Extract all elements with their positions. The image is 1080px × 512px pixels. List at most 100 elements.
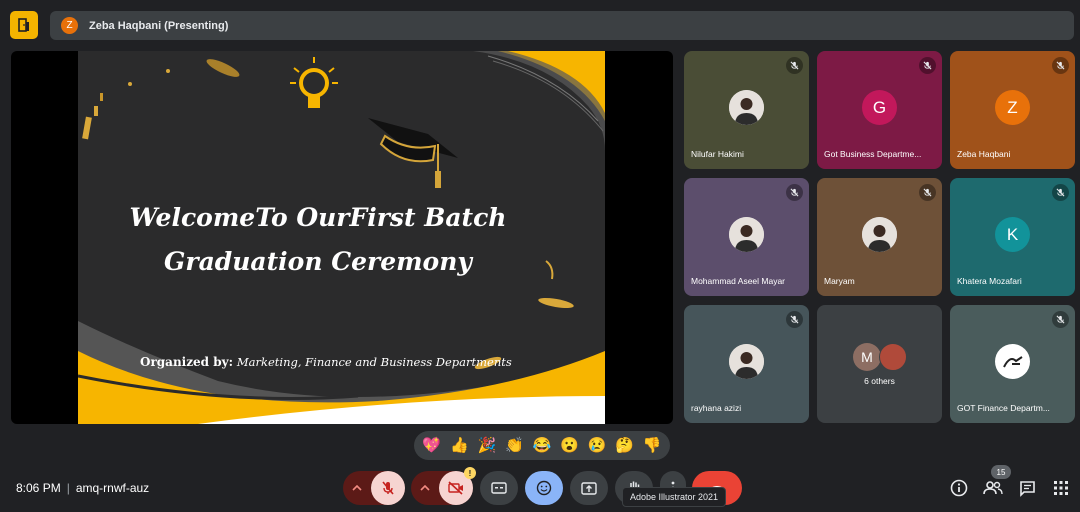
participant-name: rayhana azizi — [691, 403, 742, 413]
participant-name: Maryam — [824, 276, 855, 286]
participant-tile[interactable]: Maryam — [817, 178, 942, 296]
meeting-info: 8:06 PM | amq-rnwf-auz — [16, 481, 149, 495]
mic-toggle-button[interactable] — [371, 471, 405, 505]
camera-off-icon — [448, 481, 463, 495]
meeting-info-separator: | — [66, 481, 70, 495]
reaction-thumbs-up[interactable]: 👍 — [447, 434, 471, 458]
chat-icon — [1019, 480, 1035, 497]
participant-tile[interactable]: Z Zeba Haqbani — [950, 51, 1075, 169]
mic-off-icon — [1056, 315, 1065, 324]
slide-title-line2: Graduation Ceremony — [164, 247, 472, 276]
participant-tile[interactable]: K Khatera Mozafari — [950, 178, 1075, 296]
participant-tile[interactable]: M 6 others — [817, 305, 942, 423]
reaction-sad[interactable]: 😢 — [585, 434, 609, 458]
muted-indicator — [786, 311, 803, 328]
meeting-logo-button[interactable] — [10, 11, 38, 39]
captions-icon — [491, 482, 507, 494]
muted-indicator — [919, 57, 936, 74]
mic-off-icon — [923, 188, 932, 197]
reaction-sparkling-heart[interactable]: 💖 — [420, 434, 444, 458]
people-button[interactable] — [982, 477, 1004, 499]
avatar — [729, 344, 764, 379]
avatar — [729, 217, 764, 252]
mic-off-icon — [923, 61, 932, 70]
apps-grid-icon — [1054, 481, 1068, 495]
muted-indicator — [786, 57, 803, 74]
captions-button[interactable] — [480, 471, 518, 505]
avatar — [729, 90, 764, 125]
avatar: K — [995, 217, 1030, 252]
tooltip: Adobe Illustrator 2021 — [622, 487, 727, 507]
mic-off-icon — [790, 61, 799, 70]
participant-name: Got Business Departme... — [824, 149, 922, 159]
muted-indicator — [786, 184, 803, 201]
presenter-avatar: Z — [61, 17, 78, 34]
reaction-thumbs-down[interactable]: 👎 — [640, 434, 664, 458]
person-photo-icon — [729, 217, 764, 252]
muted-indicator — [1052, 57, 1069, 74]
activities-button[interactable] — [1050, 477, 1072, 499]
reactions-button[interactable] — [525, 471, 563, 505]
reactions-bar: 💖 👍 🎉 👏 😂 😮 😢 🤔 👎 — [414, 431, 670, 460]
participant-name: Khatera Mozafari — [957, 276, 1022, 286]
camera-options-button[interactable] — [411, 471, 439, 505]
participant-name: Mohammad Aseel Mayar — [691, 276, 786, 286]
chevron-up-icon — [420, 485, 430, 491]
participant-name: Nilufar Hakimi — [691, 149, 744, 159]
mic-off-icon — [1056, 188, 1065, 197]
slide-title-line1: WelcomeTo OurFirst Batch — [129, 203, 507, 232]
people-count-badge: 15 — [991, 465, 1011, 479]
present-icon — [581, 481, 597, 495]
person-photo-icon — [862, 217, 897, 252]
organizer-label: Organized by: — [140, 355, 234, 369]
participant-tile[interactable]: GOT Finance Departm... — [950, 305, 1075, 423]
meeting-details-button[interactable] — [948, 477, 970, 499]
organizer-value: Marketing, Finance and Business Departme… — [236, 355, 512, 369]
avatar: M — [853, 343, 881, 371]
info-icon — [950, 479, 968, 497]
muted-indicator — [919, 184, 936, 201]
slide-organizer: Organized by: Marketing, Finance and Bus… — [140, 355, 512, 369]
camera-control-group: ! — [411, 467, 476, 505]
reaction-surprised[interactable]: 😮 — [558, 434, 582, 458]
participant-name: 6 others — [864, 376, 895, 386]
participant-name: Zeba Haqbani — [957, 149, 1011, 159]
reaction-clapping[interactable]: 👏 — [502, 434, 526, 458]
avatar — [862, 217, 897, 252]
mic-off-icon — [790, 188, 799, 197]
presentation-slide: WelcomeTo OurFirst Batch Graduation Cere… — [78, 51, 605, 424]
mic-off-icon — [382, 481, 394, 495]
avatar: Z — [995, 90, 1030, 125]
reaction-party-popper[interactable]: 🎉 — [475, 434, 499, 458]
door-icon — [18, 18, 29, 32]
meeting-code: amq-rnwf-auz — [75, 481, 150, 495]
participant-tile[interactable]: Mohammad Aseel Mayar — [684, 178, 809, 296]
people-icon — [983, 481, 1003, 495]
mic-off-icon — [1056, 61, 1065, 70]
others-avatars: M — [853, 343, 909, 371]
present-screen-button[interactable] — [570, 471, 608, 505]
organization-logo-icon — [1002, 355, 1023, 367]
avatar: G — [862, 90, 897, 125]
muted-indicator — [1052, 311, 1069, 328]
avatar — [879, 343, 907, 371]
participant-tile[interactable]: Nilufar Hakimi — [684, 51, 809, 169]
camera-toggle-button[interactable]: ! — [439, 467, 476, 505]
mic-options-button[interactable] — [343, 471, 371, 505]
reaction-thinking[interactable]: 🤔 — [613, 434, 637, 458]
mic-control-group — [343, 471, 405, 505]
muted-indicator — [1052, 184, 1069, 201]
meeting-time: 8:06 PM — [16, 481, 61, 495]
participant-tile[interactable]: G Got Business Departme... — [817, 51, 942, 169]
person-photo-icon — [729, 344, 764, 379]
presenting-bar[interactable]: Z Zeba Haqbani (Presenting) — [50, 11, 1074, 40]
chat-button[interactable] — [1016, 477, 1038, 499]
presentation-stage[interactable]: WelcomeTo OurFirst Batch Graduation Cere… — [11, 51, 673, 424]
avatar — [995, 344, 1030, 379]
presenter-label: Zeba Haqbani (Presenting) — [89, 19, 229, 32]
participant-tile[interactable]: rayhana azizi — [684, 305, 809, 423]
reaction-tears-of-joy[interactable]: 😂 — [530, 434, 554, 458]
camera-warning-badge: ! — [464, 467, 476, 479]
chevron-up-icon — [352, 485, 362, 491]
person-photo-icon — [729, 90, 764, 125]
